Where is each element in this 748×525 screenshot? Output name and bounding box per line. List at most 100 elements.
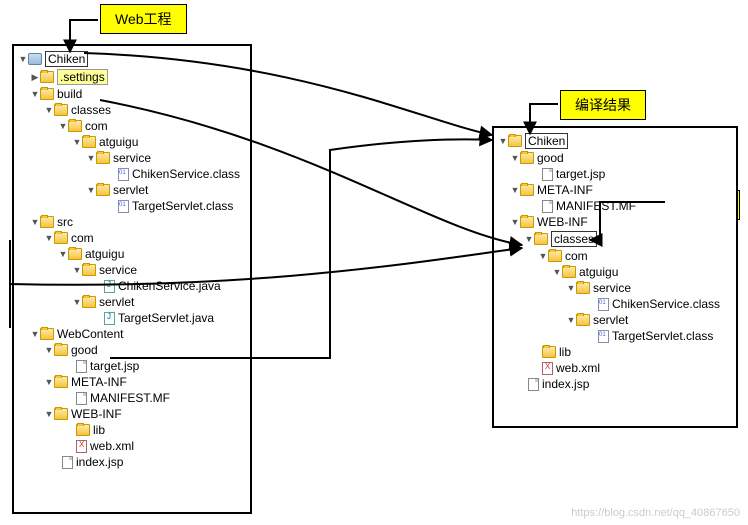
node-label: META-INF <box>537 183 593 197</box>
tree-item[interactable]: atguigu <box>16 134 248 150</box>
tree-item[interactable]: classes <box>16 102 248 118</box>
java-file-icon <box>104 312 115 325</box>
node-label: atguigu <box>579 265 618 279</box>
tree-item[interactable]: com <box>496 248 734 264</box>
folder-icon <box>576 314 590 326</box>
node-label: servlet <box>113 183 148 197</box>
tree-item[interactable]: TargetServlet.class <box>496 328 734 344</box>
tree-item[interactable]: web.xml <box>16 438 248 454</box>
node-label: servlet <box>593 313 628 327</box>
folder-icon <box>520 184 534 196</box>
node-label: service <box>593 281 631 295</box>
tree-item[interactable]: target.jsp <box>496 166 734 182</box>
node-label: ChikenService.java <box>118 279 221 293</box>
node-label: target.jsp <box>556 167 605 181</box>
tree-item[interactable]: classes <box>496 230 734 248</box>
tree-item[interactable]: TargetServlet.java <box>16 310 248 326</box>
node-label: classes <box>551 231 597 247</box>
node-label: Chiken <box>45 51 88 67</box>
tree-item[interactable]: ChikenService.java <box>16 278 248 294</box>
tree-item[interactable]: servlet <box>496 312 734 328</box>
label-web-project: Web工程 <box>100 4 187 34</box>
tree-item[interactable]: lib <box>16 422 248 438</box>
node-label: atguigu <box>99 135 138 149</box>
node-label: web.xml <box>556 361 600 375</box>
folder-icon <box>54 408 68 420</box>
tree-item[interactable]: .settings <box>16 68 248 86</box>
node-label: TargetServlet.class <box>612 329 713 343</box>
folder-icon <box>40 71 54 83</box>
node-label: TargetServlet.java <box>118 311 214 325</box>
tree-item[interactable]: index.jsp <box>16 454 248 470</box>
tree-item[interactable]: good <box>16 342 248 358</box>
node-label: web.xml <box>90 439 134 453</box>
node-label: TargetServlet.class <box>132 199 233 213</box>
tree-item[interactable]: ChikenService.class <box>16 166 248 182</box>
tree-item[interactable]: servlet <box>16 294 248 310</box>
file-icon <box>542 168 553 181</box>
tree-root[interactable]: Chiken <box>16 50 248 68</box>
node-label: com <box>85 119 108 133</box>
tree-item[interactable]: MANIFEST.MF <box>16 390 248 406</box>
tree-item[interactable]: TargetServlet.class <box>16 198 248 214</box>
tree-item[interactable]: META-INF <box>496 182 734 198</box>
file-icon <box>76 360 87 373</box>
node-label: build <box>57 87 82 101</box>
xml-file-icon <box>542 362 553 375</box>
tree-item[interactable]: servlet <box>16 182 248 198</box>
node-label: WebContent <box>57 327 124 341</box>
node-label: com <box>71 231 94 245</box>
node-label: lib <box>93 423 105 437</box>
tree-root[interactable]: Chiken <box>496 132 734 150</box>
file-icon <box>76 392 87 405</box>
tree-item[interactable]: com <box>16 230 248 246</box>
node-label: service <box>99 263 137 277</box>
folder-icon <box>520 152 534 164</box>
node-label: Chiken <box>525 133 568 149</box>
left-tree-panel: Chiken .settings build classes com atgui… <box>12 44 252 514</box>
tree-item[interactable]: good <box>496 150 734 166</box>
tree-item[interactable]: web.xml <box>496 360 734 376</box>
class-file-icon <box>598 330 609 343</box>
right-tree-panel: Chiken good target.jsp META-INF MANIFEST… <box>492 126 738 428</box>
tree-item[interactable]: ChikenService.class <box>496 296 734 312</box>
tree-item[interactable]: service <box>16 262 248 278</box>
folder-icon <box>54 104 68 116</box>
tree-item[interactable]: service <box>496 280 734 296</box>
tree-item[interactable]: WebContent <box>16 326 248 342</box>
file-icon <box>528 378 539 391</box>
node-label: index.jsp <box>542 377 589 391</box>
tree-item[interactable]: lib <box>496 344 734 360</box>
node-label: MANIFEST.MF <box>556 199 636 213</box>
java-file-icon <box>104 280 115 293</box>
tree-item[interactable]: service <box>16 150 248 166</box>
tree-item[interactable]: MANIFEST.MF <box>496 198 734 214</box>
tree-item[interactable]: target.jsp <box>16 358 248 374</box>
node-label: service <box>113 151 151 165</box>
tree-item[interactable]: atguigu <box>16 246 248 262</box>
tree-item[interactable]: WEB-INF <box>16 406 248 422</box>
tree-item[interactable]: src <box>16 214 248 230</box>
folder-icon <box>82 264 96 276</box>
folder-icon <box>76 424 90 436</box>
tree-item[interactable]: build <box>16 86 248 102</box>
folder-icon <box>68 120 82 132</box>
node-label: good <box>71 343 98 357</box>
folder-icon <box>40 88 54 100</box>
node-label: META-INF <box>71 375 127 389</box>
tree-item[interactable]: index.jsp <box>496 376 734 392</box>
node-label: .settings <box>57 69 108 85</box>
tree-item[interactable]: com <box>16 118 248 134</box>
folder-icon <box>562 266 576 278</box>
tree-item[interactable]: META-INF <box>16 374 248 390</box>
node-label: atguigu <box>85 247 124 261</box>
node-label: good <box>537 151 564 165</box>
class-file-icon <box>118 168 129 181</box>
label-compile-result: 编译结果 <box>560 90 646 120</box>
node-label: servlet <box>99 295 134 309</box>
tree-item[interactable]: WEB-INF <box>496 214 734 230</box>
tree-item[interactable]: atguigu <box>496 264 734 280</box>
node-label: index.jsp <box>76 455 123 469</box>
node-label: ChikenService.class <box>132 167 240 181</box>
folder-icon <box>68 248 82 260</box>
